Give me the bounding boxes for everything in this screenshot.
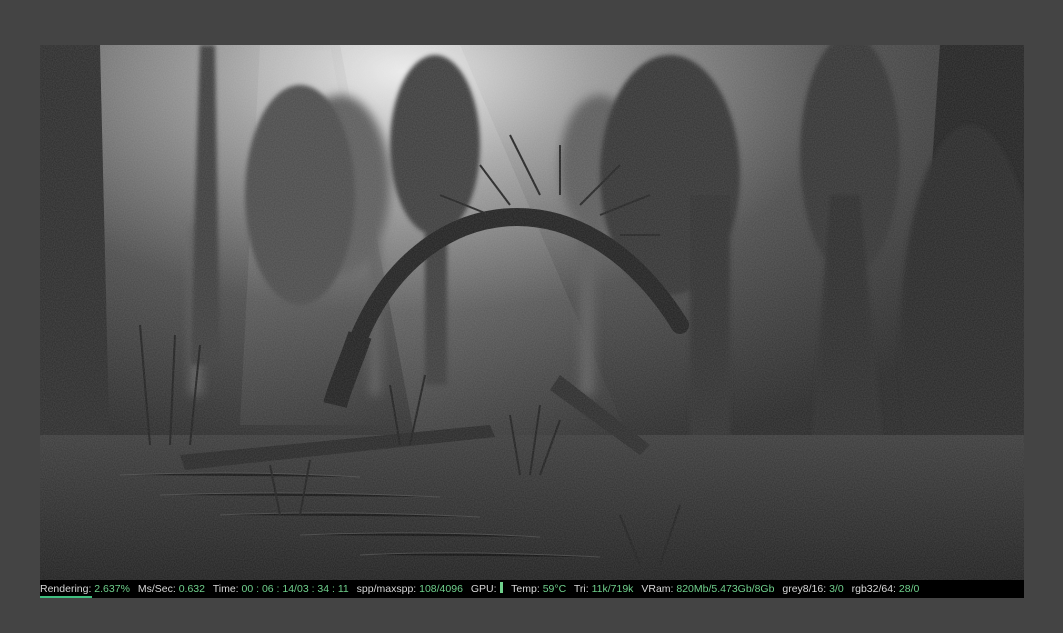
ms-sec-value: 0.632 (178, 583, 205, 595)
gpu-label: GPU: (470, 583, 497, 595)
rendering-label: Rendering: (40, 583, 92, 595)
rendering-progress-value: 2.637% (94, 583, 130, 595)
render-window: Rendering: 2.637% Ms/Sec: 0.632 Time: 00… (0, 0, 1063, 633)
spp-value: 108/4096 (419, 583, 463, 595)
time-label: Time: (212, 583, 239, 595)
spp-label: spp/maxspp: (356, 583, 417, 595)
render-image (40, 45, 1024, 580)
temp-value: 59°C (542, 583, 567, 595)
gpu-usage-fill (500, 582, 504, 593)
grey-label: grey8/16: (782, 583, 827, 595)
render-progress-bar (40, 596, 93, 598)
render-status-bar: Rendering: 2.637% Ms/Sec: 0.632 Time: 00… (40, 580, 1024, 598)
time-value: 00 : 06 : 14/03 : 34 : 11 (241, 583, 349, 595)
vram-label: VRam: (641, 583, 674, 595)
render-viewport[interactable] (40, 45, 1024, 580)
temp-label: Temp: (511, 583, 540, 595)
rgb-value: 28/0 (898, 583, 920, 595)
tri-value: 11k/719k (591, 583, 634, 595)
ms-sec-label: Ms/Sec: (137, 583, 176, 595)
grey-value: 3/0 (829, 583, 844, 595)
gpu-usage-bar (500, 582, 504, 593)
rgb-label: rgb32/64: (851, 583, 896, 595)
tri-label: Tri: (573, 583, 589, 595)
vram-value: 820Mb/5.473Gb/8Gb (676, 583, 775, 595)
